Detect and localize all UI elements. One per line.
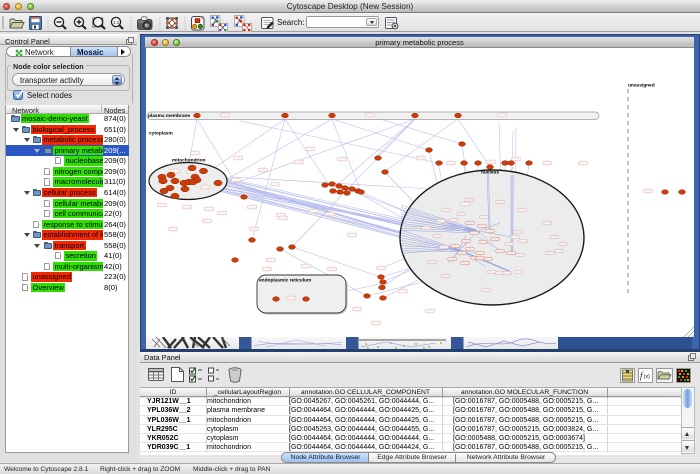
svg-text:mitochondrion: mitochondrion <box>172 157 206 163</box>
svg-text:cytoplasm: cytoplasm <box>149 130 173 136</box>
svg-text:endoplasmic reticulum: endoplasmic reticulum <box>259 277 311 283</box>
svg-text:nucleus: nucleus <box>481 169 499 175</box>
svg-text:1:1: 1:1 <box>113 20 120 25</box>
svg-text:plasma membrane: plasma membrane <box>148 113 190 119</box>
svg-text:(x): (x) <box>644 374 651 380</box>
svg-text:unassigned: unassigned <box>628 82 655 88</box>
